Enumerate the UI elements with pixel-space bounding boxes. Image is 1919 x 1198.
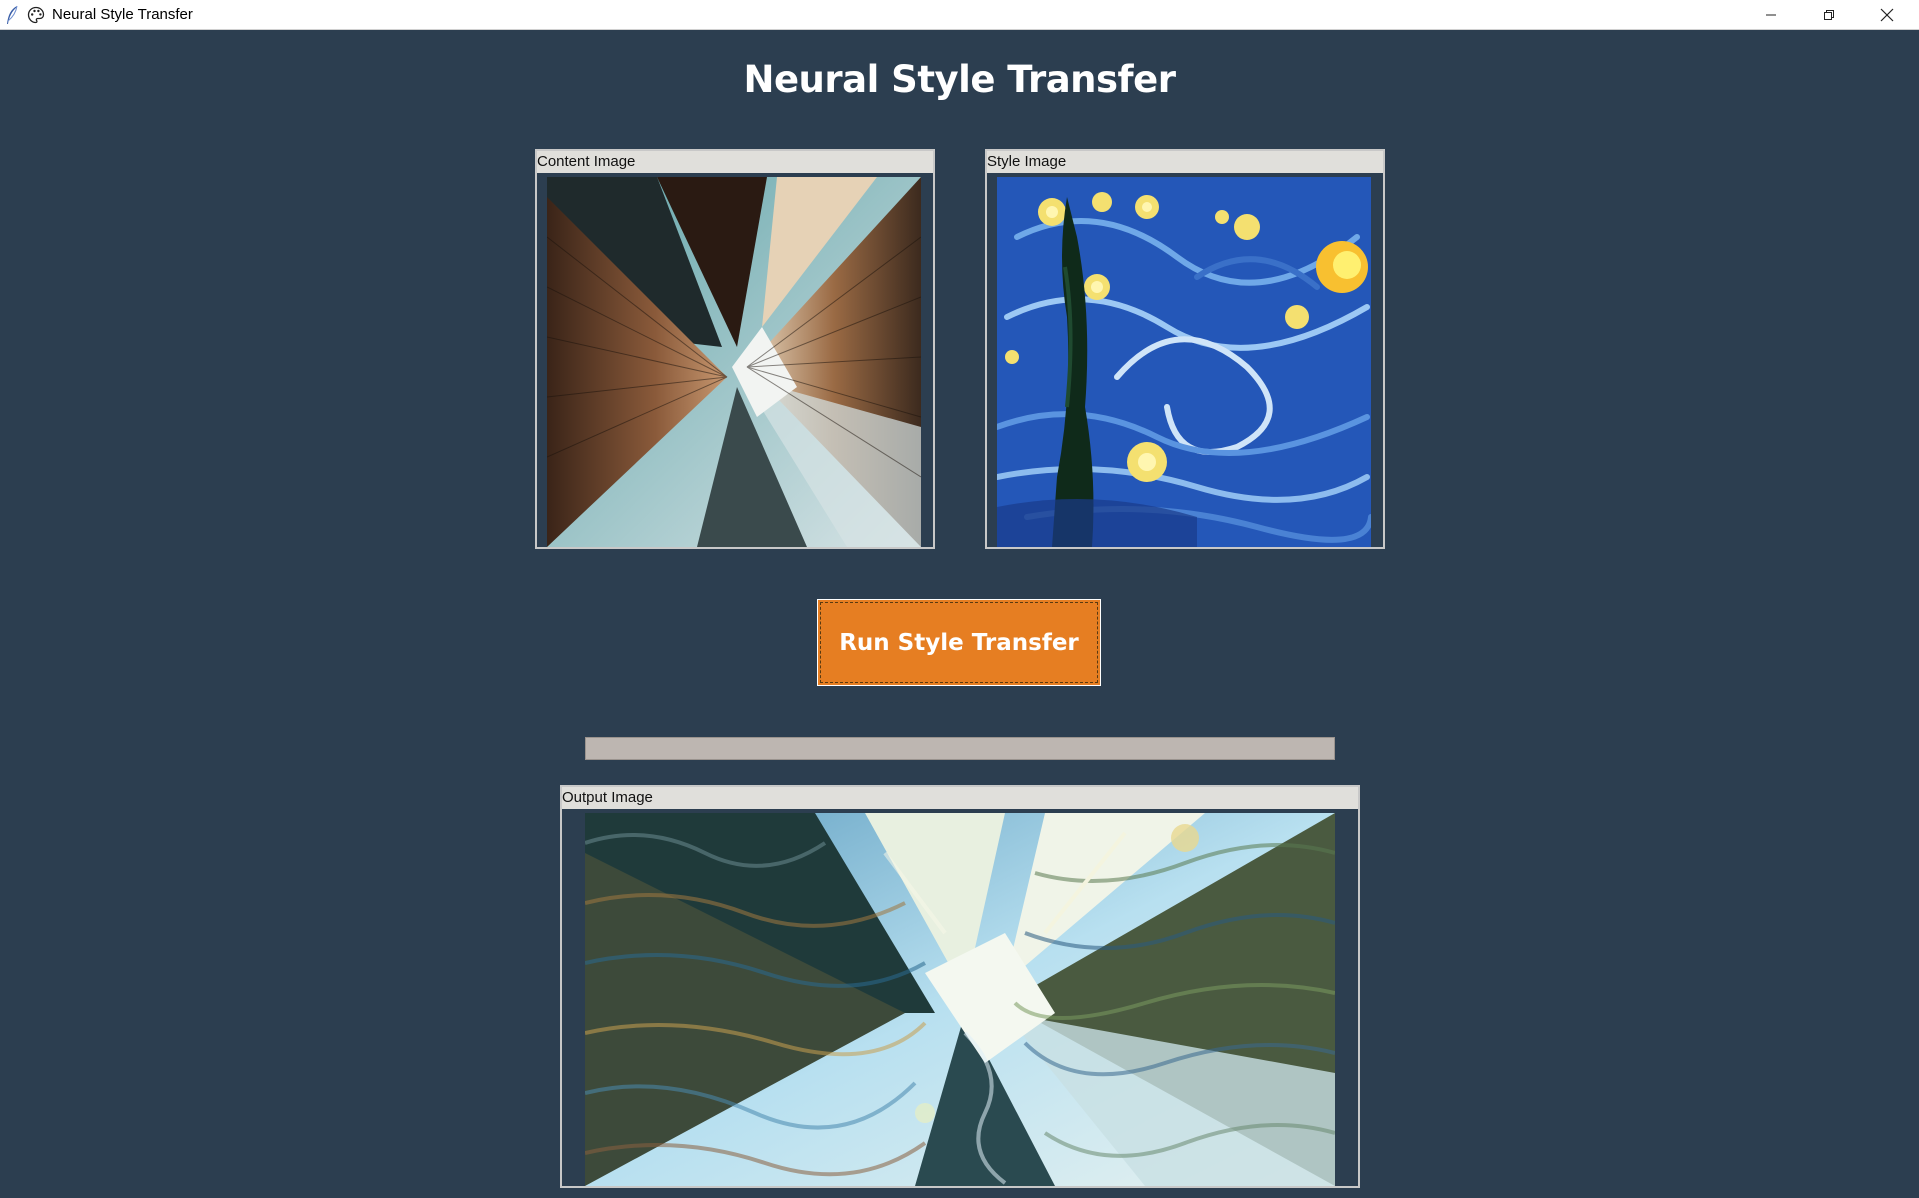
style-image xyxy=(997,177,1371,547)
style-image-panel: Style Image xyxy=(985,149,1385,549)
run-button-label: Run Style Transfer xyxy=(839,629,1079,656)
output-image-label: Output Image xyxy=(562,787,1358,809)
minimize-icon xyxy=(1766,14,1776,15)
tk-feather-icon xyxy=(7,5,18,24)
window-titlebar: Neural Style Transfer xyxy=(0,0,1919,30)
content-image-panel: Content Image xyxy=(535,149,935,549)
restore-button[interactable] xyxy=(1800,0,1858,29)
close-icon xyxy=(1880,8,1894,21)
progress-bar xyxy=(585,737,1335,760)
output-image xyxy=(585,813,1335,1186)
run-style-transfer-button[interactable]: Run Style Transfer xyxy=(817,599,1101,686)
close-button[interactable] xyxy=(1858,0,1916,29)
minimize-button[interactable] xyxy=(1742,0,1800,29)
window-title: Neural Style Transfer xyxy=(52,6,193,23)
app-title: Neural Style Transfer xyxy=(743,58,1176,101)
palette-icon xyxy=(27,6,45,23)
content-image xyxy=(547,177,921,547)
output-image-panel: Output Image xyxy=(560,785,1360,1188)
restore-icon xyxy=(1824,9,1834,20)
content-image-label: Content Image xyxy=(537,151,933,173)
style-image-label: Style Image xyxy=(987,151,1383,173)
